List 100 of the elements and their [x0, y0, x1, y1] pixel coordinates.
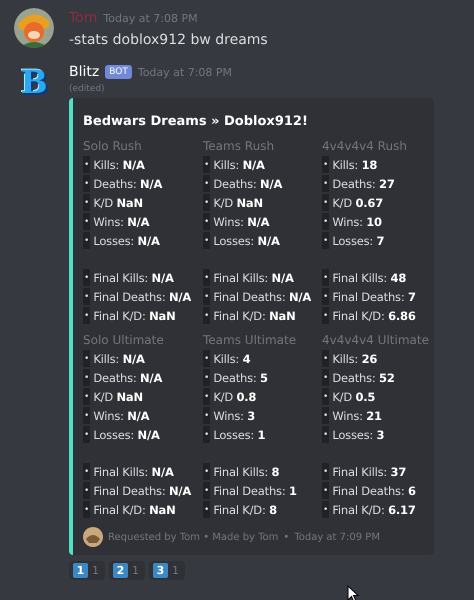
requester-avatar [83, 527, 103, 547]
bullet: • [83, 288, 90, 305]
bullet: • [203, 269, 210, 286]
bullet: • [322, 501, 330, 518]
edited-label: (edited) [69, 84, 106, 94]
cursor-icon [347, 585, 359, 600]
field-name: Solo Ultimate [83, 333, 165, 347]
bullet: • [322, 156, 330, 173]
bullet: • [322, 213, 330, 230]
bullet: • [203, 482, 210, 499]
bullet: • [83, 175, 90, 192]
stat-line: Final K/D: 8 [213, 502, 277, 516]
stat-line: Final K/D: 6.86 [332, 308, 416, 322]
stat-line: Deaths: N/A [93, 176, 162, 190]
stat-line: Final Kills: N/A [93, 464, 174, 478]
stat-line: Wins: 21 [332, 408, 382, 422]
reaction[interactable]: 2 1 [109, 561, 145, 580]
reaction[interactable]: 1 1 [69, 561, 105, 580]
field-name: Solo Rush [83, 139, 143, 153]
reaction[interactable]: 3 1 [149, 561, 185, 580]
bot-tag: BOT [105, 65, 132, 79]
field-name: 4v4v4v4 Rush [322, 139, 408, 153]
bullet: • [203, 175, 210, 192]
bullet: • [203, 407, 210, 424]
footer-timestamp: Today at 7:09 PM [294, 532, 380, 542]
stat-line: K/D NaN [213, 196, 263, 210]
bot-avatar[interactable]: B [14, 62, 54, 102]
stat-line: Final Deaths: 6 [332, 484, 416, 498]
bullet: • [203, 426, 210, 443]
bullet: • [322, 307, 330, 324]
stat-line: Kills: N/A [93, 352, 145, 366]
stat-line: Wins: N/A [93, 408, 150, 422]
bullet: • [203, 501, 210, 518]
stat-line: K/D 0.8 [213, 390, 256, 404]
user-avatar[interactable] [14, 8, 54, 48]
stat-line: Final K/D: 6.17 [332, 502, 416, 516]
bullet: • [322, 388, 330, 405]
bullet: • [322, 288, 330, 305]
bullet: • [83, 369, 90, 386]
timestamp: Today at 7:08 PM [103, 12, 198, 24]
bullet: • [83, 388, 90, 405]
bullet: • [203, 369, 210, 386]
footer-text: Requested by Tom • Made by Tom [108, 532, 278, 542]
stat-line: Kills: N/A [93, 158, 145, 172]
bullet: • [322, 194, 330, 211]
bullet: • [203, 194, 210, 211]
stat-line: Losses: 3 [332, 428, 384, 442]
stat-line: Final Deaths: N/A [93, 484, 192, 498]
bullet: • [83, 463, 90, 480]
embed-title: Bedwars Dreams » Doblox912! [83, 114, 309, 129]
stat-line: Losses: 7 [332, 234, 384, 248]
bullet: • [83, 482, 90, 499]
field-name: Teams Rush [203, 139, 276, 153]
field-name: Teams Ultimate [203, 333, 298, 347]
bullet: • [322, 350, 330, 367]
stat-line: K/D 0.67 [332, 196, 384, 210]
bullet: • [203, 156, 210, 173]
stat-line: Kills: 18 [332, 158, 378, 172]
bullet: • [83, 501, 90, 518]
stat-line: Wins: N/A [213, 214, 270, 228]
bullet: • [322, 269, 330, 286]
bullet: • [83, 213, 90, 230]
bullet: • [203, 388, 210, 405]
stat-line: Losses: N/A [93, 428, 160, 442]
stat-line: Wins: 3 [213, 408, 256, 422]
stat-line: Kills: 26 [332, 352, 378, 366]
stat-line: Deaths: 5 [213, 370, 268, 384]
stat-line: Final K/D: NaN [213, 308, 296, 322]
bullet: • [203, 288, 210, 305]
bullet: • [322, 407, 330, 424]
bullet: • [83, 194, 90, 211]
stat-line: Kills: 4 [213, 352, 250, 366]
stat-line: Losses: N/A [213, 234, 280, 248]
bullet: • [203, 232, 210, 249]
bullet: • [203, 350, 210, 367]
stat-line: Final Kills: 48 [332, 270, 406, 284]
stat-line: Deaths: 27 [332, 176, 395, 190]
bullet: • [83, 232, 90, 249]
bullet: • [322, 426, 330, 443]
bullet: • [203, 213, 210, 230]
stat-line: K/D NaN [93, 196, 143, 210]
bullet: • [83, 426, 90, 443]
author-name[interactable]: Blitz [69, 64, 100, 80]
bullet: • [322, 482, 330, 499]
stat-line: Losses: 1 [213, 428, 266, 442]
stat-line: Deaths: N/A [213, 176, 282, 190]
field-name: 4v4v4v4 Ultimate [322, 333, 430, 347]
stat-line: Kills: N/A [213, 158, 265, 172]
stat-line: Final K/D: NaN [93, 308, 176, 322]
stat-line: Final Deaths: 7 [332, 290, 416, 304]
stat-line: Deaths: N/A [93, 370, 162, 384]
bullet: • [203, 307, 210, 324]
bullet: • [203, 463, 210, 480]
bullet: • [322, 369, 330, 386]
stat-line: Final Kills: N/A [93, 270, 174, 284]
bullet: • [83, 307, 90, 324]
bullet: • [322, 463, 330, 480]
stat-line: Deaths: 52 [332, 370, 395, 384]
bullet: • [83, 156, 90, 173]
stat-line: Final K/D: NaN [93, 502, 176, 516]
